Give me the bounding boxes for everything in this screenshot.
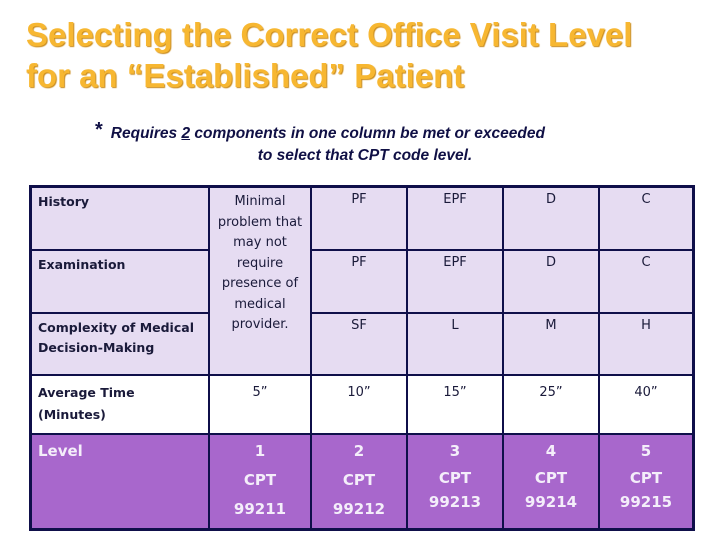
note-emphasis: 2 [181, 125, 191, 142]
cell: 10” [310, 374, 408, 435]
row-label-complexity: Complexity of Medical Decision-Making [29, 312, 210, 376]
note-line-2: to select that CPT code level. [257, 147, 473, 164]
level-cell-1: 1 CPT 99211 [208, 433, 312, 531]
asterisk: * [95, 119, 103, 141]
cpt-code: CPT 99211 [233, 471, 287, 518]
level-number: 5 [640, 442, 652, 460]
cpt-code: CPT 99212 [332, 471, 386, 518]
cell: 5” [208, 374, 312, 435]
level1-description: Minimal problem that may not require pre… [208, 185, 312, 376]
cpt-code: CPT 99213 [428, 469, 482, 511]
cell: M [502, 312, 600, 376]
level-cell-3: 3 CPT 99213 [406, 433, 504, 531]
table-row-complexity: Complexity of Medical Decision-Making SF… [29, 312, 695, 376]
level-number: 1 [254, 442, 266, 460]
cell: SF [310, 312, 408, 376]
level-number: 3 [449, 442, 461, 460]
table-row-average-time: Average Time (Minutes) 5” 10” 15” 25” 40… [29, 374, 695, 435]
cell: C [598, 249, 695, 314]
cell: L [406, 312, 504, 376]
page-title: Selecting the Correct Office Visit Level… [26, 14, 716, 96]
note-suffix: components in one column be met or excee… [190, 125, 545, 142]
cell: 40” [598, 374, 695, 435]
cell: PF [310, 185, 408, 251]
cell: PF [310, 249, 408, 314]
visit-level-table: History Minimal problem that may not req… [29, 185, 695, 531]
level-cell-5: 5 CPT 99215 [598, 433, 695, 531]
row-label-average-time: Average Time (Minutes) [29, 374, 210, 435]
level-cell-2: 2 CPT 99212 [310, 433, 408, 531]
note-line-1: * Requires 2 components in one column be … [95, 118, 545, 146]
level-cell-4: 4 CPT 99214 [502, 433, 600, 531]
cpt-code: CPT 99215 [619, 469, 673, 511]
level-number: 2 [353, 442, 365, 460]
level-number: 4 [545, 442, 557, 460]
table-row-history: History Minimal problem that may not req… [29, 185, 695, 376]
cell: D [502, 249, 600, 314]
cell: EPF [406, 249, 504, 314]
title-line-2: for an “Established” Patient [26, 57, 465, 94]
cpt-code: CPT 99214 [524, 469, 578, 511]
cell: D [502, 185, 600, 251]
cell: 15” [406, 374, 504, 435]
row-label-history: History [29, 185, 210, 251]
cell: C [598, 185, 695, 251]
row-label-level: Level [29, 433, 210, 531]
cell: 25” [502, 374, 600, 435]
row-label-examination: Examination [29, 249, 210, 314]
title-line-1: Selecting the Correct Office Visit Level [26, 16, 633, 53]
cell: H [598, 312, 695, 376]
table-row-examination: Examination PF EPF D C [29, 249, 695, 314]
cell: EPF [406, 185, 504, 251]
table-row-level: Level 1 CPT 99211 2 CPT 99212 3 CPT 99213 4… [29, 433, 695, 531]
note-prefix: Requires [110, 125, 182, 142]
